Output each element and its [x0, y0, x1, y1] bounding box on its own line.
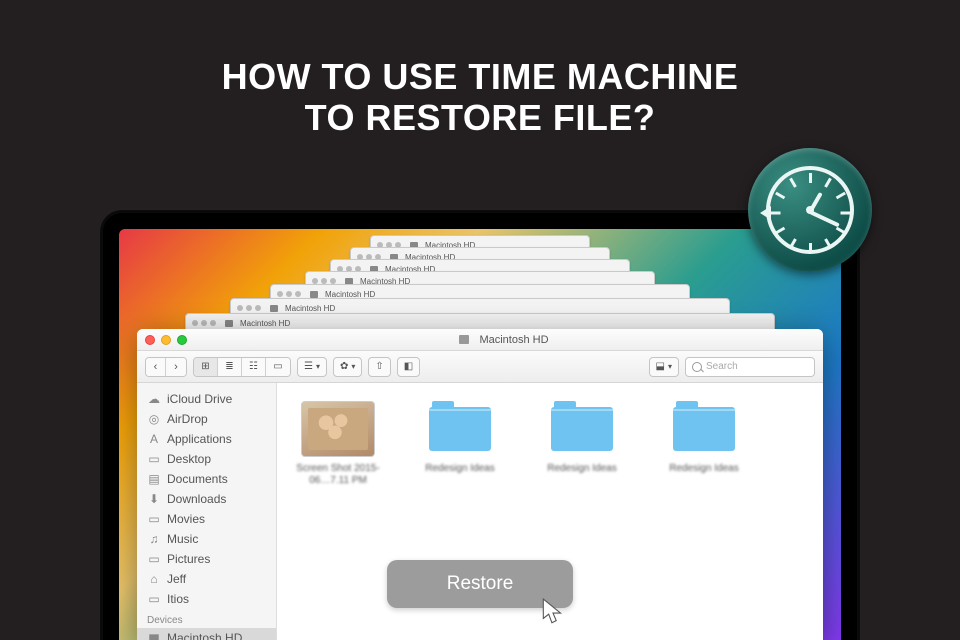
gallery-view-button[interactable]: ▭ — [266, 358, 290, 376]
time-machine-icon — [748, 148, 872, 272]
pictures-icon: ▭ — [147, 553, 161, 565]
sidebar-item-pictures[interactable]: ▭ Pictures — [137, 549, 276, 569]
column-view-button[interactable]: ☷ — [242, 358, 266, 376]
sidebar-item-documents[interactable]: ▤ Documents — [137, 469, 276, 489]
file-label: Redesign Ideas — [535, 463, 629, 475]
music-icon: ♫ — [147, 533, 161, 545]
nav-buttons[interactable]: ‹ › — [145, 357, 187, 377]
documents-icon: ▤ — [147, 473, 161, 485]
downloads-icon: ⬇ — [147, 493, 161, 505]
file-item[interactable]: Redesign Ideas — [535, 401, 629, 475]
folder-icon — [673, 407, 735, 451]
clock-icon — [766, 166, 854, 254]
search-input[interactable]: Search — [685, 357, 815, 377]
hd-icon — [310, 291, 318, 298]
file-label: Screen Shot 2015-06…7.11 PM — [291, 463, 385, 487]
file-item[interactable]: Screen Shot 2015-06…7.11 PM — [291, 401, 385, 487]
view-switcher[interactable]: ⊞ ≣ ☷ ▭ — [193, 357, 291, 377]
cloud-icon: ☁ — [147, 393, 161, 405]
forward-button[interactable]: › — [166, 358, 186, 376]
sidebar-item-downloads[interactable]: ⬇ Downloads — [137, 489, 276, 509]
file-item[interactable]: Redesign Ideas — [413, 401, 507, 475]
sidebar-item-label: Itios — [167, 592, 189, 606]
hd-icon — [459, 335, 469, 344]
sidebar-item-applications[interactable]: A Applications — [137, 429, 276, 449]
dropbox-button[interactable]: ⬓▾ — [649, 357, 679, 377]
apps-icon: A — [147, 433, 161, 445]
screenshot-thumbnail — [301, 401, 375, 457]
hd-icon — [270, 305, 278, 312]
sidebar-item-desktop[interactable]: ▭ Desktop — [137, 449, 276, 469]
tags-button[interactable]: ◧ — [397, 357, 420, 377]
airdrop-icon: ◎ — [147, 413, 161, 425]
movies-icon: ▭ — [147, 513, 161, 525]
finder-toolbar: ‹ › ⊞ ≣ ☷ ▭ ☰▾ ✿▾ ⇧ ◧ ⬓▾ — [137, 351, 823, 383]
cursor-icon — [542, 598, 564, 626]
sidebar-item-icloud[interactable]: ☁ iCloud Drive — [137, 389, 276, 409]
sidebar-item-label: iCloud Drive — [167, 392, 232, 406]
file-label: Redesign Ideas — [413, 463, 507, 475]
sidebar-item-movies[interactable]: ▭ Movies — [137, 509, 276, 529]
sidebar-item-label: AirDrop — [167, 412, 208, 426]
home-icon: ⌂ — [147, 573, 161, 585]
sidebar-item-label: Desktop — [167, 452, 211, 466]
sidebar-item-label: Movies — [167, 512, 205, 526]
file-item[interactable]: Redesign Ideas — [657, 401, 751, 475]
stacked-title: Macintosh HD — [240, 319, 290, 328]
sidebar-item-jeff[interactable]: ⌂ Jeff — [137, 569, 276, 589]
sidebar-item-macintosh-hd[interactable]: ▆ Macintosh HD — [137, 628, 276, 640]
heading-line-2: TO RESTORE FILE? — [305, 97, 656, 138]
search-placeholder: Search — [706, 361, 738, 372]
folder-icon — [551, 407, 613, 451]
heading-line-1: HOW TO USE TIME MACHINE — [222, 56, 739, 97]
stacked-title: Macintosh HD — [285, 304, 335, 313]
zoom-button[interactable] — [177, 335, 187, 345]
finder-sidebar: ☁ iCloud Drive ◎ AirDrop A Applications ▭ De… — [137, 383, 277, 640]
hd-icon: ▆ — [147, 632, 161, 640]
sidebar-item-label: Music — [167, 532, 198, 546]
sidebar-item-label: Macintosh HD — [167, 631, 242, 640]
hd-icon — [225, 320, 233, 327]
restore-label: Restore — [447, 573, 514, 595]
icon-view-button[interactable]: ⊞ — [194, 358, 218, 376]
sidebar-item-music[interactable]: ♫ Music — [137, 529, 276, 549]
back-button[interactable]: ‹ — [146, 358, 166, 376]
sidebar-item-label: Documents — [167, 472, 228, 486]
page-title: HOW TO USE TIME MACHINE TO RESTORE FILE? — [0, 0, 960, 139]
folder-icon: ▭ — [147, 593, 161, 605]
minimize-button[interactable] — [161, 335, 171, 345]
folder-thumbnail — [667, 401, 741, 457]
action-button[interactable]: ✿▾ — [333, 357, 362, 377]
stage: Macintosh HD Macintosh HD Macintosh HD M… — [100, 200, 860, 640]
list-view-button[interactable]: ≣ — [218, 358, 242, 376]
folder-thumbnail — [423, 401, 497, 457]
sidebar-item-label: Pictures — [167, 552, 210, 566]
desktop-icon: ▭ — [147, 453, 161, 465]
sidebar-item-itios[interactable]: ▭ Itios — [137, 589, 276, 609]
finder-title: Macintosh HD — [479, 334, 548, 346]
share-button[interactable]: ⇧ — [368, 357, 390, 377]
sidebar-item-label: Jeff — [167, 572, 186, 586]
folder-icon — [429, 407, 491, 451]
sidebar-item-label: Applications — [167, 432, 232, 446]
sidebar-devices-header: Devices — [137, 609, 276, 628]
group-button[interactable]: ☰▾ — [297, 357, 327, 377]
close-button[interactable] — [145, 335, 155, 345]
search-icon — [692, 362, 702, 372]
sidebar-item-airdrop[interactable]: ◎ AirDrop — [137, 409, 276, 429]
finder-titlebar: Macintosh HD — [137, 329, 823, 351]
file-label: Redesign Ideas — [657, 463, 751, 475]
folder-thumbnail — [545, 401, 619, 457]
sidebar-item-label: Downloads — [167, 492, 226, 506]
